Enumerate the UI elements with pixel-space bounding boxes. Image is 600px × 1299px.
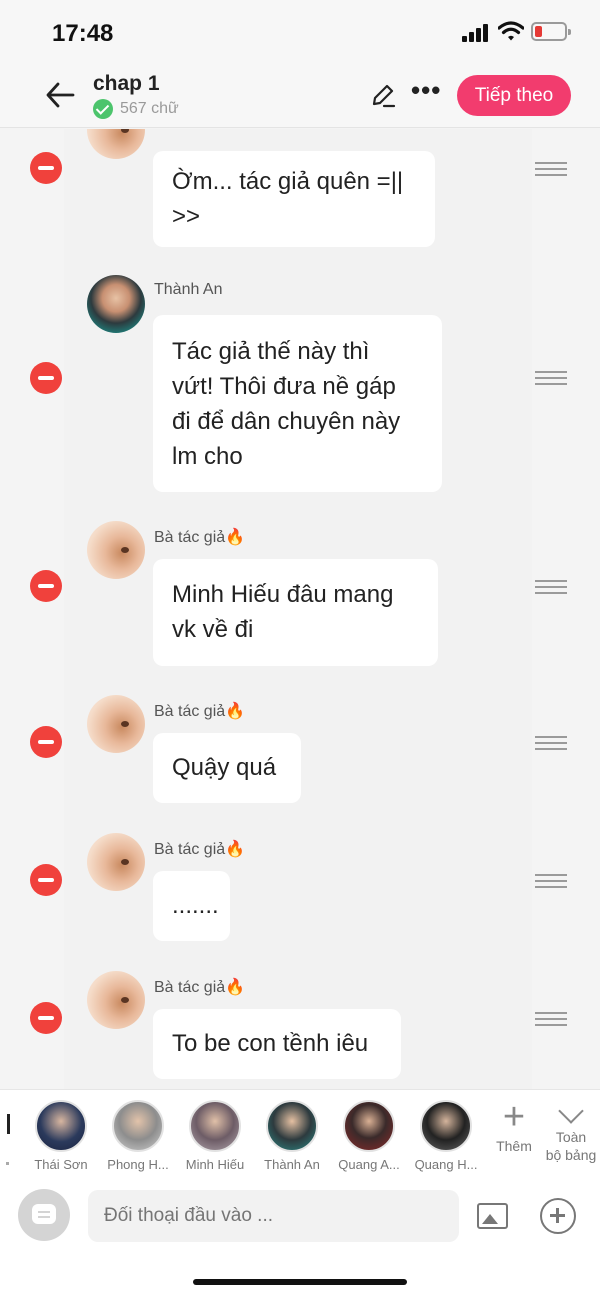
character-phong-h[interactable]: Phong H... <box>99 1100 177 1172</box>
avatar[interactable] <box>87 275 145 333</box>
more-options-icon[interactable]: ••• <box>411 77 443 107</box>
add-circle-icon[interactable] <box>540 1198 576 1234</box>
battery-icon <box>531 22 571 41</box>
next-button[interactable]: Tiếp theo <box>457 75 571 116</box>
character-thanh-an[interactable]: Thành An <box>253 1100 331 1172</box>
scroll-edge-dot <box>6 1162 9 1165</box>
drag-handle-icon[interactable] <box>535 371 567 385</box>
status-time: 17:48 <box>52 20 114 47</box>
message-mode-icon[interactable] <box>18 1189 70 1241</box>
expand-all-button[interactable]: Toàn bộ bảng <box>542 1098 600 1164</box>
avatar[interactable] <box>87 971 145 1029</box>
character-avatar <box>189 1100 241 1152</box>
avatar[interactable] <box>87 521 145 579</box>
message-bubble[interactable]: Ờm... tác giả quên =|| >> <box>153 151 435 247</box>
character-avatar <box>266 1100 318 1152</box>
character-name: Quang A... <box>338 1157 400 1172</box>
character-thai-son[interactable]: Thái Sơn <box>22 1100 100 1172</box>
message-bubble[interactable]: ....... <box>153 871 230 941</box>
delete-message-icon[interactable] <box>30 1002 62 1034</box>
speaker-name: Bà tác giả🔥 <box>154 979 246 996</box>
speaker-name: Bà tác giả🔥 <box>154 529 246 546</box>
character-minh-hieu[interactable]: Minh Hiếu <box>176 1100 254 1172</box>
character-avatar <box>420 1100 472 1152</box>
plus-icon: + <box>502 1096 526 1138</box>
message-line: Tác giả thế này thì <box>172 338 370 365</box>
message-line: Minh Hiếu đâu mang <box>172 581 394 608</box>
back-arrow-icon[interactable] <box>44 80 76 110</box>
pencil-icon[interactable] <box>370 82 396 108</box>
character-quang-h[interactable]: Quang H... <box>407 1100 485 1172</box>
character-name: Minh Hiếu <box>185 1157 245 1172</box>
character-name: Quang H... <box>414 1157 478 1172</box>
editor-header: chap 1 567 chữ ••• Tiếp theo <box>0 62 600 128</box>
avatar[interactable] <box>87 833 145 891</box>
speaker-name: Thành An <box>154 281 223 298</box>
character-avatar <box>112 1100 164 1152</box>
message-bubble[interactable]: Quậy quá <box>153 733 301 803</box>
add-character-button[interactable]: + Thêm <box>492 1098 536 1154</box>
message-line: Ờm... tác giả quên =|| <box>172 168 404 195</box>
character-name: Thái Sơn <box>34 1157 88 1172</box>
message-line: lm cho <box>172 443 243 470</box>
drag-handle-icon[interactable] <box>535 162 567 176</box>
message-bubble[interactable]: Tác giả thế này thì vứt! Thôi đưa nề gáp… <box>153 315 442 492</box>
expand-all-label-line2: bộ bảng <box>545 1147 597 1163</box>
expand-all-label-line1: Toàn <box>555 1129 587 1145</box>
drag-handle-icon[interactable] <box>535 1012 567 1026</box>
delete-message-icon[interactable] <box>30 152 62 184</box>
speaker-name: Bà tác giả🔥 <box>154 841 246 858</box>
input-bar <box>0 1177 600 1299</box>
message-line: To be con tềnh iêu <box>172 1030 369 1057</box>
character-avatar <box>343 1100 395 1152</box>
delete-message-icon[interactable] <box>30 570 62 602</box>
speaker-name: Bà tác giả🔥 <box>154 703 246 720</box>
wifi-icon <box>498 21 524 41</box>
delete-message-icon[interactable] <box>30 726 62 758</box>
character-name: Thành An <box>264 1157 320 1172</box>
scroll-edge-indicator <box>7 1114 10 1134</box>
message-list[interactable]: Ờm... tác giả quên =|| >> Thành An Tác g… <box>0 129 600 1089</box>
message-line: vk về đi <box>172 616 254 643</box>
message-line: ....... <box>172 892 219 919</box>
drag-handle-icon[interactable] <box>535 874 567 888</box>
message-bubble[interactable]: Minh Hiếu đâu mang vk về đi <box>153 559 438 666</box>
chapter-title: chap 1 <box>93 72 160 95</box>
character-avatar <box>35 1100 87 1152</box>
add-character-label: Thêm <box>496 1138 532 1154</box>
drag-handle-icon[interactable] <box>535 580 567 594</box>
check-icon <box>93 99 113 119</box>
character-strip: Thái Sơn Phong H... Minh Hiếu Thành An Q… <box>0 1089 600 1177</box>
character-name: Phong H... <box>107 1157 169 1172</box>
message-line: >> <box>172 203 201 230</box>
message-bubble[interactable]: To be con tềnh iêu <box>153 1009 401 1079</box>
avatar[interactable] <box>87 695 145 753</box>
cellular-signal-icon <box>462 22 492 42</box>
message-line: vứt! Thôi đưa nề gáp <box>172 373 396 400</box>
status-bar: 17:48 <box>0 0 600 62</box>
message-line: đi để dân chuyên này <box>172 408 401 435</box>
word-count-label: 567 chữ <box>120 100 179 117</box>
dialogue-input[interactable] <box>88 1190 459 1242</box>
drag-handle-icon[interactable] <box>535 736 567 750</box>
word-count: 567 chữ <box>93 99 179 119</box>
home-indicator <box>193 1279 407 1285</box>
chevron-down-icon <box>558 1098 584 1124</box>
delete-message-icon[interactable] <box>30 362 62 394</box>
character-quang-a[interactable]: Quang A... <box>330 1100 408 1172</box>
message-line: Quậy quá <box>172 754 277 781</box>
image-icon[interactable] <box>477 1203 508 1229</box>
delete-message-icon[interactable] <box>30 864 62 896</box>
